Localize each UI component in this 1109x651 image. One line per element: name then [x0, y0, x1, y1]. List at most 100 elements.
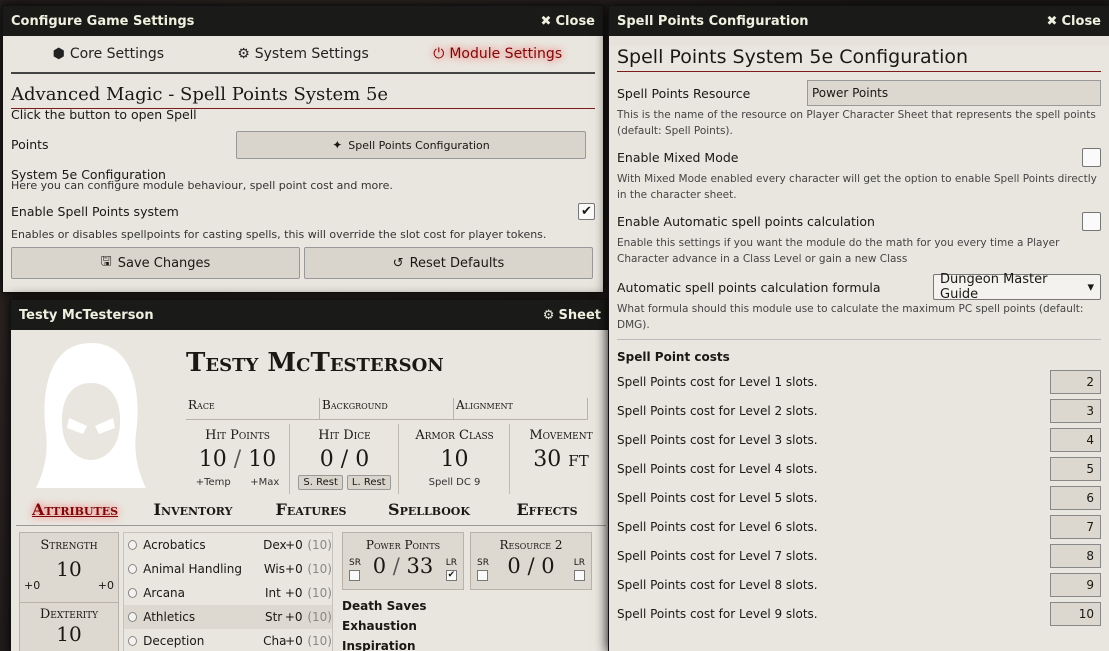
- cost-input[interactable]: 8: [1050, 543, 1101, 568]
- inspiration-label[interactable]: Inspiration: [342, 636, 427, 651]
- resource1-label[interactable]: Power Points: [343, 538, 463, 552]
- save-changes-button[interactable]: 🖫 Save Changes: [11, 247, 300, 279]
- formula-hint: What formula should this module use to c…: [617, 303, 1084, 331]
- cost-row: Spell Points cost for Level 1 slots. 2: [617, 367, 1101, 396]
- mixed-mode-label: Enable Mixed Mode: [617, 149, 739, 165]
- formula-select[interactable]: Dungeon Master Guide ▾: [933, 272, 1101, 302]
- character-name[interactable]: Testy McTesterson: [186, 348, 444, 378]
- hit-dice-box: Hit Dice 0 / 0 S. Rest L. Rest: [291, 424, 399, 494]
- background-field[interactable]: Background: [320, 398, 454, 419]
- skill-row[interactable]: Athletics Str +0 (10): [124, 605, 332, 629]
- cost-input[interactable]: 2: [1050, 369, 1101, 394]
- avatar-icon: [36, 343, 146, 488]
- proficiency-toggle[interactable]: [128, 564, 138, 574]
- skill-row[interactable]: Acrobatics Dex +0 (10): [124, 533, 332, 557]
- skill-row[interactable]: Animal Handling Wis +0 (10): [124, 557, 332, 581]
- enable-spell-points-label: Enable Spell Points system: [11, 203, 179, 219]
- sp-heading: Spell Points System 5e Configuration: [617, 46, 1101, 72]
- cost-row: Spell Points cost for Level 5 slots. 6: [617, 483, 1101, 512]
- proficiency-toggle[interactable]: [128, 612, 138, 622]
- hp-temp[interactable]: +Temp: [196, 477, 231, 488]
- lr-checkbox[interactable]: ✔: [445, 570, 457, 581]
- resource2-label[interactable]: Resource 2: [471, 538, 591, 552]
- gears-icon: ⚙: [237, 46, 250, 62]
- tab-core-settings[interactable]: ⬢ Core Settings: [11, 46, 206, 62]
- sp-close-button[interactable]: ✖ Close: [1046, 14, 1101, 29]
- auto-calc-checkbox[interactable]: [1082, 211, 1101, 231]
- race-field[interactable]: Race: [186, 398, 320, 419]
- mixed-mode-hint: With Mixed Mode enabled every character …: [617, 173, 1097, 201]
- sheet-window-title: Testy McTesterson: [19, 307, 154, 323]
- ability-scores: Strength 10 +0 +0 Dexterity 10: [19, 532, 119, 651]
- formula-label: Automatic spell points calculation formu…: [617, 279, 881, 295]
- power-points-resource: Power Points 0 / 33 SR LR ✔: [342, 532, 464, 590]
- strength-label: Strength: [40, 538, 98, 553]
- costs-list: Spell Points cost for Level 1 slots. 2 Sp…: [617, 367, 1101, 628]
- resource-hint: This is the name of the resource on Play…: [617, 109, 1096, 137]
- chevron-down-icon: ▾: [1087, 279, 1094, 295]
- skill-row[interactable]: Arcana Int +0 (10): [124, 581, 332, 605]
- misc-counters: Death Saves Exhaustion Inspiration: [342, 596, 427, 651]
- hit-dice-label: Hit Dice: [318, 428, 371, 443]
- short-rest-button[interactable]: S. Rest: [298, 475, 343, 490]
- sp-window-header: Spell Points Configuration ✖ Close: [609, 6, 1109, 36]
- cost-input[interactable]: 3: [1050, 398, 1101, 423]
- sr-checkbox[interactable]: [477, 570, 489, 581]
- auto-calc-hint: Enable this settings if you want the mod…: [617, 237, 1060, 265]
- proficiency-toggle[interactable]: [128, 588, 138, 598]
- hp-max-mod[interactable]: +Max: [250, 477, 279, 488]
- long-rest-button[interactable]: L. Rest: [346, 475, 391, 490]
- strength-save: +0: [97, 579, 114, 592]
- spell-points-config-button[interactable]: ✦ Spell Points Configuration: [236, 131, 586, 159]
- tab-effects[interactable]: Effects: [488, 500, 606, 525]
- tab-spellbook[interactable]: Spellbook: [370, 500, 488, 525]
- sr-checkbox[interactable]: [349, 570, 361, 581]
- resource-input[interactable]: Power Points: [807, 80, 1101, 106]
- movement-value[interactable]: 30 ft: [511, 447, 609, 472]
- exhaustion-label[interactable]: Exhaustion: [342, 616, 427, 636]
- tab-attributes[interactable]: Attributes: [16, 500, 134, 525]
- alignment-field[interactable]: Alignment: [454, 398, 588, 419]
- close-button[interactable]: ✖ Close: [540, 14, 595, 29]
- ac-label: Armor Class: [415, 428, 494, 443]
- enable-spell-points-checkbox[interactable]: ✔: [578, 202, 595, 220]
- undo-icon: ↺: [392, 255, 404, 271]
- lr-label: LR: [573, 558, 585, 568]
- death-saves-label[interactable]: Death Saves: [342, 596, 427, 616]
- strength-value[interactable]: 10: [20, 557, 118, 581]
- tab-features[interactable]: Features: [252, 500, 370, 525]
- tab-system-settings[interactable]: ⚙ System Settings: [206, 46, 401, 62]
- save-icon: 🖫: [100, 254, 112, 269]
- hp-value[interactable]: 10 / 10: [186, 447, 289, 472]
- cost-input[interactable]: 9: [1050, 572, 1101, 597]
- cost-input[interactable]: 4: [1050, 427, 1101, 452]
- lr-checkbox[interactable]: [573, 570, 585, 581]
- lr-label: LR: [445, 558, 457, 568]
- reset-defaults-button[interactable]: ↺ Reset Defaults: [304, 247, 593, 279]
- dexterity-value[interactable]: 10: [20, 622, 118, 646]
- spell-points-config-window: Spell Points Configuration ✖ Close Spell…: [608, 5, 1109, 651]
- sheet-tabs: Attributes Inventory Features Spellbook …: [16, 500, 606, 526]
- cost-row: Spell Points cost for Level 8 slots. 9: [617, 570, 1101, 599]
- sr-label: SR: [477, 558, 489, 568]
- cost-input[interactable]: 6: [1050, 485, 1101, 510]
- hp-label: Hit Points: [205, 428, 270, 443]
- resource-label: Spell Points Resource: [617, 85, 751, 101]
- cost-input[interactable]: 7: [1050, 514, 1101, 539]
- tab-inventory[interactable]: Inventory: [134, 500, 252, 525]
- tab-module-settings[interactable]: ⏻ Module Settings: [400, 46, 595, 62]
- cost-row: Spell Points cost for Level 7 slots. 8: [617, 541, 1101, 570]
- skill-row[interactable]: Deception Cha +0 (10): [124, 629, 332, 651]
- proficiency-toggle[interactable]: [128, 540, 138, 550]
- cost-input[interactable]: 5: [1050, 456, 1101, 481]
- auto-calc-label: Enable Automatic spell points calculatio…: [617, 213, 875, 229]
- window-title: Configure Game Settings: [11, 13, 195, 29]
- ac-value: 10: [440, 447, 469, 472]
- cost-input[interactable]: 10: [1050, 601, 1101, 626]
- wand-icon: ✦: [332, 138, 343, 152]
- mixed-mode-checkbox[interactable]: [1082, 147, 1101, 167]
- sp-window-title: Spell Points Configuration: [617, 13, 809, 29]
- sheet-config-button[interactable]: ⚙ Sheet: [543, 308, 601, 323]
- settings-tabs: ⬢ Core Settings ⚙ System Settings ⏻ Module …: [11, 36, 595, 74]
- proficiency-toggle[interactable]: [128, 636, 138, 646]
